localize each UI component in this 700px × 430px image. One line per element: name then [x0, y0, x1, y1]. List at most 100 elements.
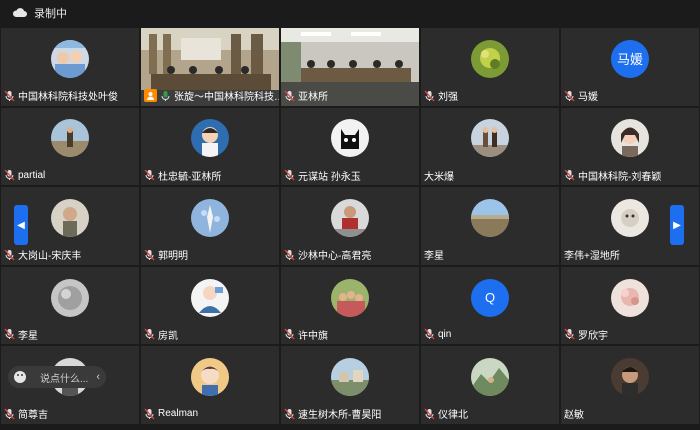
mic-muted-icon — [564, 169, 575, 181]
mic-muted-icon — [424, 90, 435, 102]
prev-page-button[interactable]: ◀ — [14, 205, 28, 245]
participant-tile[interactable]: partial — [1, 107, 139, 186]
participant-tile[interactable]: 马媛 马媛 — [561, 28, 699, 106]
participant-name: 罗欣宇 — [578, 330, 608, 342]
avatar — [331, 198, 369, 237]
participant-label: 中国林科院科技处叶俊 — [4, 89, 118, 103]
participant-name: 马媛 — [578, 92, 598, 104]
participant-tile[interactable]: 中国林科院科技处叶俊 — [1, 28, 139, 106]
avatar — [51, 39, 89, 78]
cloud-record-icon — [12, 8, 28, 18]
participant-label: Realman — [144, 407, 198, 421]
avatar — [611, 198, 649, 237]
participant-name: 杜忠毓-亚林所 — [158, 171, 222, 183]
participant-name: 简尊吉 — [18, 410, 48, 422]
participant-name: 李星 — [424, 251, 444, 263]
participant-name: 沙林中心-高君亮 — [298, 251, 372, 263]
chevron-left-icon[interactable]: ‹ — [96, 371, 100, 383]
participant-label: 中国林科院-刘春颖 — [564, 168, 662, 183]
participant-label: 郭明明 — [144, 248, 188, 262]
participant-name: 房凯 — [158, 330, 178, 342]
participant-tile[interactable]: 许中旗 — [281, 266, 419, 345]
avatar — [331, 119, 369, 158]
participant-name: 张旋～中国林科院科技… — [174, 92, 279, 104]
participant-tile[interactable]: Realman — [141, 346, 279, 424]
mic-muted-icon — [284, 90, 295, 102]
participant-label: 杜忠毓-亚林所 — [144, 168, 222, 183]
participant-name: qin — [438, 328, 452, 340]
participant-tile[interactable]: 张旋～中国林科院科技… — [141, 28, 279, 106]
participant-name: 中国林科院-刘春颖 — [578, 171, 662, 183]
participant-name: 郭明明 — [158, 251, 188, 263]
mic-active-icon — [160, 90, 171, 102]
participant-name: 赵敏 — [564, 410, 584, 422]
avatar — [471, 198, 509, 237]
participant-tile[interactable]: 郭明明 — [141, 187, 279, 265]
participant-name: 仪律北 — [438, 410, 468, 422]
chat-placeholder: 说点什么... — [40, 373, 89, 385]
participant-label: 马媛 — [564, 89, 598, 103]
mic-muted-icon — [4, 328, 15, 340]
participant-name: 李伟+湿地所 — [564, 251, 620, 263]
mic-muted-icon — [4, 408, 15, 420]
avatar — [611, 278, 649, 317]
mic-muted-icon — [284, 249, 295, 261]
chat-input[interactable]: 说点什么... ‹ — [8, 366, 106, 388]
avatar — [191, 278, 229, 317]
participant-tile[interactable]: 大米爆 — [421, 107, 559, 186]
chevron-left-icon: ◀ — [17, 219, 25, 231]
avatar — [331, 358, 369, 397]
avatar — [51, 198, 89, 237]
participant-label: 大米爆 — [424, 168, 454, 183]
participant-label: 李星 — [424, 248, 444, 262]
participant-tile[interactable]: 中国林科院-刘春颖 — [561, 107, 699, 186]
participant-name: 李星 — [18, 330, 38, 342]
smile-icon[interactable] — [14, 371, 26, 383]
participant-label: 罗欣宇 — [564, 327, 608, 342]
participant-label: 房凯 — [144, 327, 178, 342]
avatar — [191, 358, 229, 397]
participant-name: 大米爆 — [424, 171, 454, 183]
mic-muted-icon — [424, 328, 435, 340]
participant-tile[interactable]: 李星 — [421, 187, 559, 265]
participant-label: 沙林中心-高君亮 — [284, 248, 371, 262]
avatar — [51, 119, 89, 158]
avatar — [471, 39, 509, 78]
participant-tile[interactable]: 赵敏 — [561, 346, 699, 424]
participant-label: 元谋站 孙永玉 — [284, 168, 361, 183]
participant-tile[interactable]: 亚林所 — [281, 28, 419, 106]
participant-tile[interactable]: 仪律北 — [421, 346, 559, 424]
participant-label: 仪律北 — [424, 407, 468, 421]
avatar — [611, 358, 649, 397]
participant-name: 元谋站 孙永玉 — [298, 171, 361, 183]
participant-tile[interactable]: 元谋站 孙永玉 — [281, 107, 419, 186]
mic-muted-icon — [4, 249, 15, 261]
avatar — [191, 119, 229, 158]
participant-label: 刘强 — [424, 89, 458, 103]
meeting-topbar: 录制中 — [0, 0, 700, 26]
participant-tile[interactable]: 速生树木所-曹昊阳 — [281, 346, 419, 424]
participant-tile[interactable]: 杜忠毓-亚林所 — [141, 107, 279, 186]
participant-label: 速生树木所-曹昊阳 — [284, 407, 381, 421]
participant-tile[interactable]: 罗欣宇 — [561, 266, 699, 345]
participant-tile[interactable]: 刘强 — [421, 28, 559, 106]
participant-tile[interactable]: 李星 — [1, 266, 139, 345]
participant-label: 亚林所 — [284, 89, 328, 103]
mic-muted-icon — [144, 408, 155, 420]
participant-label: 大岗山-宋庆丰 — [4, 248, 81, 262]
participant-tile[interactable]: 房凯 — [141, 266, 279, 345]
participant-name: 速生树木所-曹昊阳 — [298, 410, 382, 422]
mic-muted-icon — [424, 408, 435, 420]
next-page-button[interactable]: ▶ — [670, 205, 684, 245]
mic-muted-icon — [4, 169, 15, 181]
mic-muted-icon — [564, 90, 575, 102]
avatar — [51, 278, 89, 317]
participant-tile[interactable]: Q qin — [421, 266, 559, 345]
participant-label: qin — [424, 327, 451, 341]
avatar — [611, 119, 649, 158]
participant-tile[interactable]: 沙林中心-高君亮 — [281, 187, 419, 265]
mic-muted-icon — [144, 328, 155, 340]
mic-muted-icon — [284, 408, 295, 420]
participant-name: Realman — [158, 408, 199, 420]
participant-label: 简尊吉 — [4, 407, 48, 421]
